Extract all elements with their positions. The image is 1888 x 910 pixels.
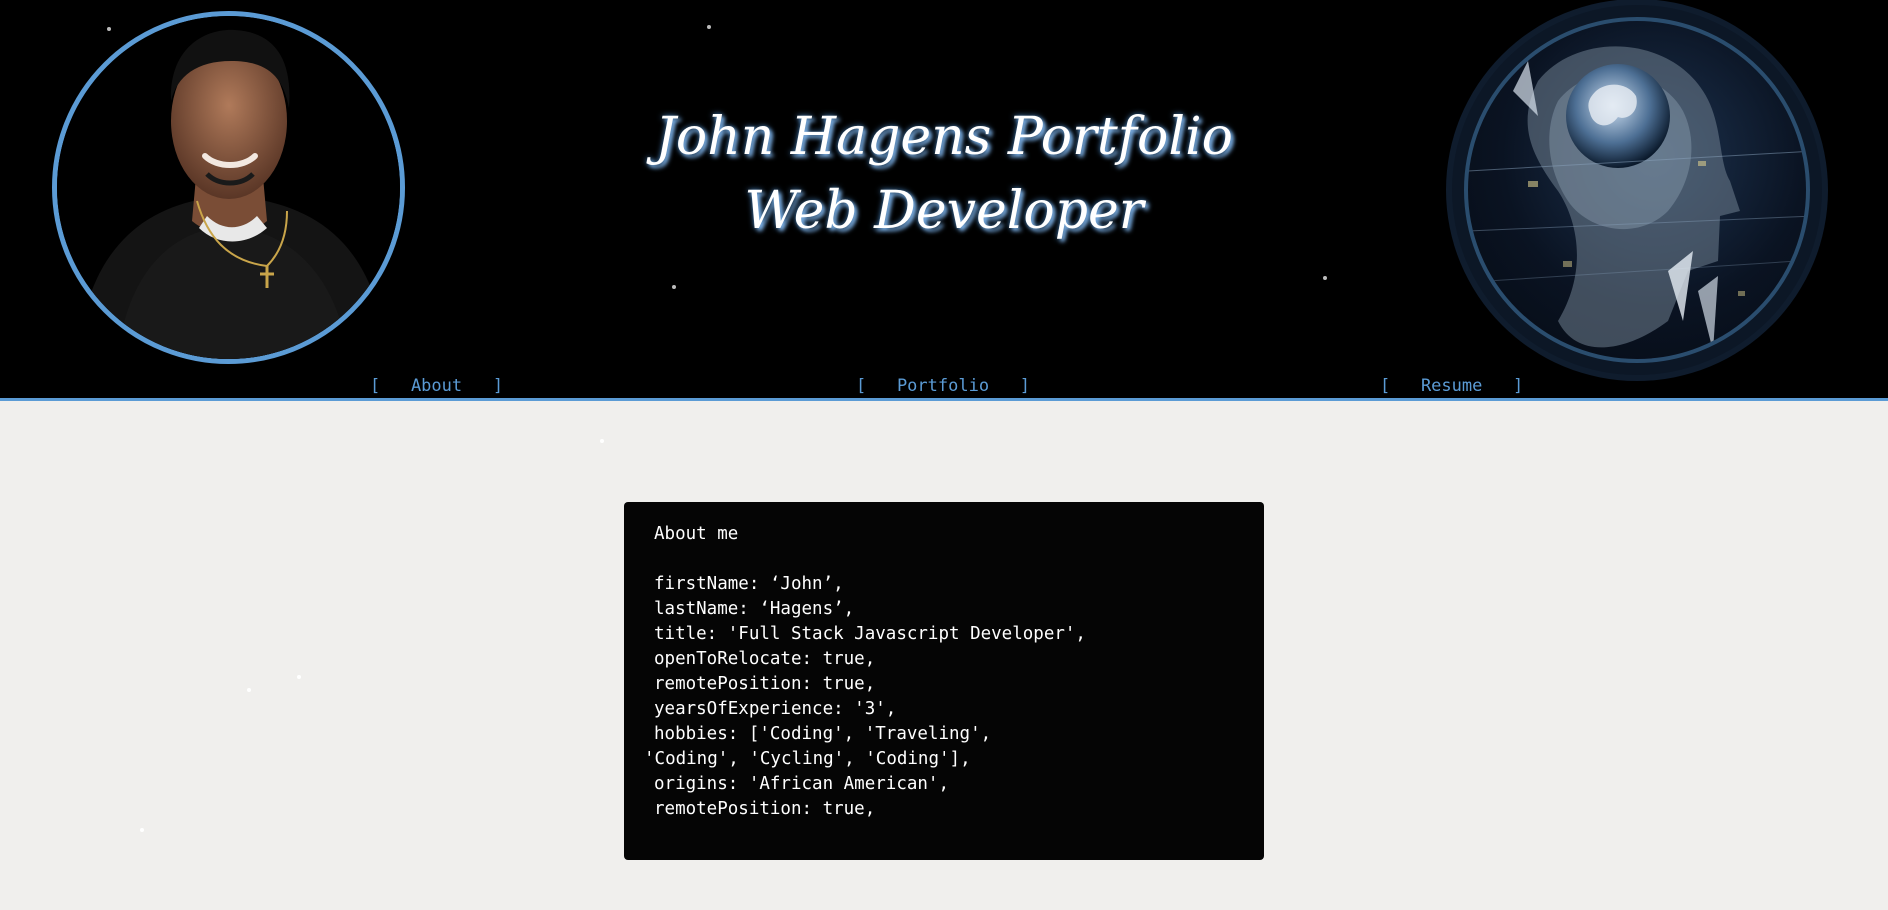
digital-head-icon (1468, 46, 1806, 351)
about-line: remotePosition: true, (654, 674, 876, 694)
star-decoration (672, 285, 676, 289)
about-line: 'Coding', 'Cycling', 'Coding'], (644, 749, 971, 769)
star-decoration (247, 688, 251, 692)
about-line: origins: 'African American', (654, 774, 950, 794)
nav-resume-link[interactable]: [ Resume ] (1380, 376, 1523, 396)
star-decoration (297, 675, 301, 679)
about-heading: About me (654, 524, 739, 544)
about-line: lastName: ‘Hagens’, (654, 599, 855, 619)
about-me-panel: About me firstName: ‘John’, lastName: ‘H… (624, 502, 1264, 860)
star-decoration (600, 439, 604, 443)
star-decoration (707, 25, 711, 29)
about-line: openToRelocate: true, (654, 649, 876, 669)
about-line: firstName: ‘John’, (654, 574, 844, 594)
star-decoration (1323, 276, 1327, 280)
nav-portfolio-link[interactable]: [ Portfolio ] (856, 376, 1030, 396)
star-decoration (140, 828, 144, 832)
digital-head-globe-image (1452, 5, 1822, 375)
about-line: remotePosition: true, (654, 799, 876, 819)
about-line: hobbies: ['Coding', 'Traveling', (654, 724, 992, 744)
about-line: title: 'Full Stack Javascript Developer'… (654, 624, 1086, 644)
star-decoration (107, 27, 111, 31)
site-header: John Hagens Portfolio Web Developer [Ab… (0, 0, 1888, 401)
about-line: yearsOfExperience: '3', (654, 699, 897, 719)
nav-about-link[interactable]: [ About ] (370, 376, 503, 396)
